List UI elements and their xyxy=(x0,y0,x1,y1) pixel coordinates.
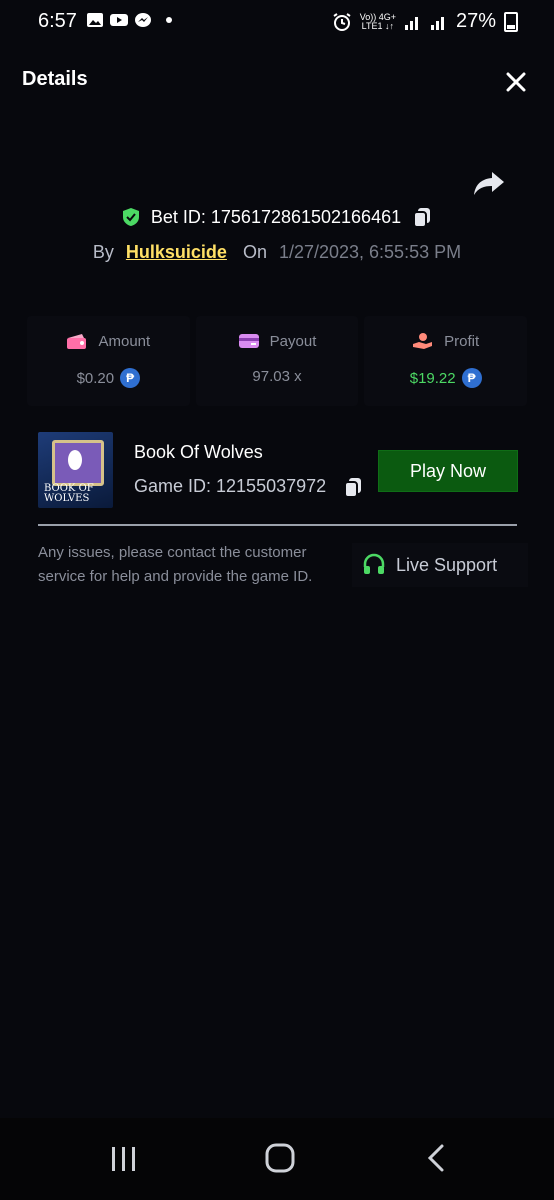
battery-percent: 27% xyxy=(455,10,496,32)
stat-amount: Amount $0.20 ₱ xyxy=(27,316,190,406)
live-support-label: Live Support xyxy=(396,554,498,575)
bet-datetime: 1/27/2023, 6:55:53 PM xyxy=(278,242,462,262)
play-now-button[interactable]: Play Now xyxy=(378,450,518,492)
game-id: Game ID: 12155037972 xyxy=(134,476,327,496)
game-name: Book Of Wolves xyxy=(134,442,263,462)
by-label: By xyxy=(92,242,114,262)
stat-payout: Payout 97.03 x xyxy=(195,316,359,406)
page-title: Details xyxy=(22,68,88,90)
wolf-eye-art xyxy=(68,450,82,470)
network-type: Vo)) 4G+ LTE1 ↓↑ xyxy=(360,12,396,31)
bet-id-row: Bet ID: 1756172861502166461 xyxy=(0,206,554,228)
copy-icon[interactable] xyxy=(342,476,364,498)
battery-icon xyxy=(504,11,518,32)
thumbnail-title: BOOK OF WOLVES xyxy=(44,483,94,504)
amount-value: $0.20 xyxy=(76,369,115,387)
status-right: Vo)) 4G+ LTE1 ↓↑ 27% xyxy=(332,10,518,33)
game-row: BOOK OF WOLVES Book Of Wolves Game ID: 1… xyxy=(38,432,518,508)
payout-value: 97.03 x xyxy=(252,368,302,385)
divider xyxy=(38,524,517,526)
gallery-icon xyxy=(87,13,103,27)
game-thumbnail[interactable]: BOOK OF WOLVES xyxy=(38,432,113,508)
home-icon[interactable] xyxy=(264,1142,296,1174)
alarm-icon xyxy=(333,12,351,31)
stat-profit: Profit $19.22 ₱ xyxy=(364,316,528,406)
profit-value-row: $19.22 ₱ xyxy=(410,368,482,388)
status-notification-icons xyxy=(86,12,172,28)
bet-stats: Amount $0.20 ₱ Payout 97.03 x Profit $19… xyxy=(24,316,530,406)
copy-icon[interactable] xyxy=(411,206,433,228)
network-type-bottom: LTE1 ↓↑ xyxy=(361,20,394,31)
peso-coin-icon: ₱ xyxy=(120,368,141,388)
card-icon xyxy=(238,334,259,348)
bet-id: Bet ID: 1756172861502166461 xyxy=(150,206,402,227)
stat-payout-head: Payout xyxy=(238,332,317,350)
signal-icon-2 xyxy=(430,16,444,30)
live-support-button[interactable]: Live Support xyxy=(352,543,528,587)
amount-label: Amount xyxy=(98,332,151,350)
payout-label: Payout xyxy=(269,332,317,350)
wallet-icon xyxy=(67,334,87,349)
shield-check-icon xyxy=(122,208,139,226)
amount-value-row: $0.20 ₱ xyxy=(77,368,141,388)
bet-meta-row: By Hulksuicide On 1/27/2023, 6:55:53 PM xyxy=(0,242,554,263)
signal-icon xyxy=(404,16,418,30)
payout-value-row: 97.03 x xyxy=(252,368,301,385)
status-time: 6:57 xyxy=(38,10,77,32)
notification-dot xyxy=(166,17,172,23)
support-info: Any issues, please contact the customer … xyxy=(38,544,313,585)
status-bar: 6:57 Vo)) 4G+ LTE1 ↓↑ 27% xyxy=(0,0,554,44)
username-link[interactable]: Hulksuicide xyxy=(126,242,227,263)
recents-icon[interactable] xyxy=(110,1144,138,1174)
messenger-icon xyxy=(135,13,151,27)
stat-profit-head: Profit xyxy=(412,332,479,350)
youtube-icon xyxy=(110,14,128,26)
back-icon[interactable] xyxy=(424,1142,448,1174)
share-icon[interactable] xyxy=(472,168,506,198)
close-icon[interactable] xyxy=(504,70,528,94)
profit-label: Profit xyxy=(444,332,480,350)
details-header: Details xyxy=(0,56,554,106)
headset-icon xyxy=(363,553,385,574)
profit-value: $19.22 xyxy=(409,369,456,387)
system-nav-bar xyxy=(0,1118,554,1200)
hand-coin-icon xyxy=(413,333,433,349)
stat-amount-head: Amount xyxy=(66,332,150,350)
peso-coin-icon: ₱ xyxy=(461,368,482,388)
on-label: On xyxy=(242,242,267,262)
